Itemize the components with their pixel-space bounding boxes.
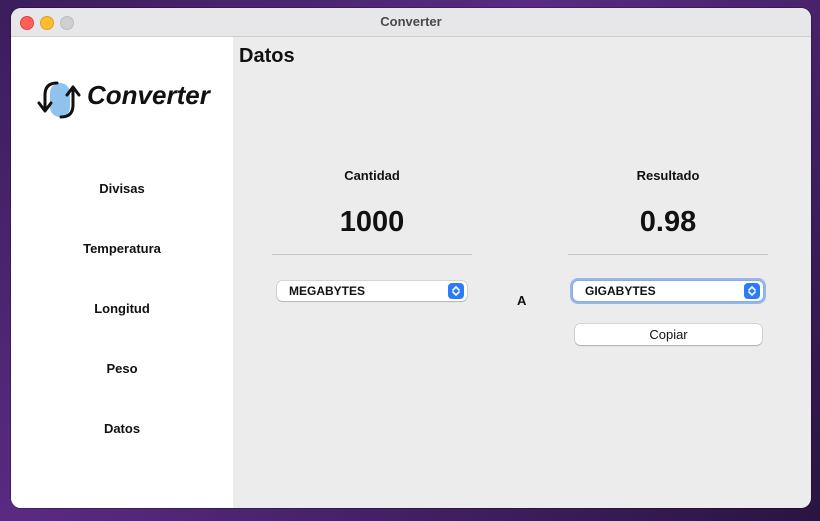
sidebar: Converter Divisas Temperatura Longitud P… bbox=[11, 37, 233, 508]
to-unit-value: GIGABYTES bbox=[585, 284, 656, 298]
chevron-updown-icon bbox=[744, 283, 760, 299]
app-window: Converter Converter Divisas Temperatura … bbox=[11, 8, 811, 508]
converter-logo-icon bbox=[37, 81, 81, 119]
to-unit-select[interactable]: GIGABYTES bbox=[573, 281, 763, 301]
chevron-updown-icon bbox=[448, 283, 464, 299]
result-value: 0.98 bbox=[639, 206, 697, 238]
sidebar-item-divisas[interactable]: Divisas bbox=[11, 181, 233, 196]
from-unit-value: MEGABYTES bbox=[289, 284, 366, 298]
title-bar: Converter bbox=[11, 8, 811, 37]
sidebar-item-datos[interactable]: Datos bbox=[11, 421, 233, 436]
sidebar-item-longitud[interactable]: Longitud bbox=[11, 301, 233, 316]
logo-text: Converter bbox=[87, 80, 210, 110]
to-separator: A bbox=[517, 293, 527, 308]
window-title: Converter bbox=[380, 14, 442, 29]
sidebar-item-peso[interactable]: Peso bbox=[11, 361, 233, 376]
from-unit-select[interactable]: MEGABYTES bbox=[277, 281, 467, 301]
quantity-underline bbox=[272, 254, 472, 255]
result-underline bbox=[568, 254, 768, 255]
quantity-value[interactable]: 1000 bbox=[272, 206, 472, 239]
quantity-label: Cantidad bbox=[344, 168, 400, 183]
page-title: Datos bbox=[239, 45, 295, 67]
main-content: Datos Cantidad 1000 Resultado 0.98 MEGAB… bbox=[233, 37, 811, 508]
result-label: Resultado bbox=[636, 168, 700, 183]
sidebar-item-temperatura[interactable]: Temperatura bbox=[11, 241, 233, 256]
copy-button[interactable]: Copiar bbox=[575, 324, 762, 345]
